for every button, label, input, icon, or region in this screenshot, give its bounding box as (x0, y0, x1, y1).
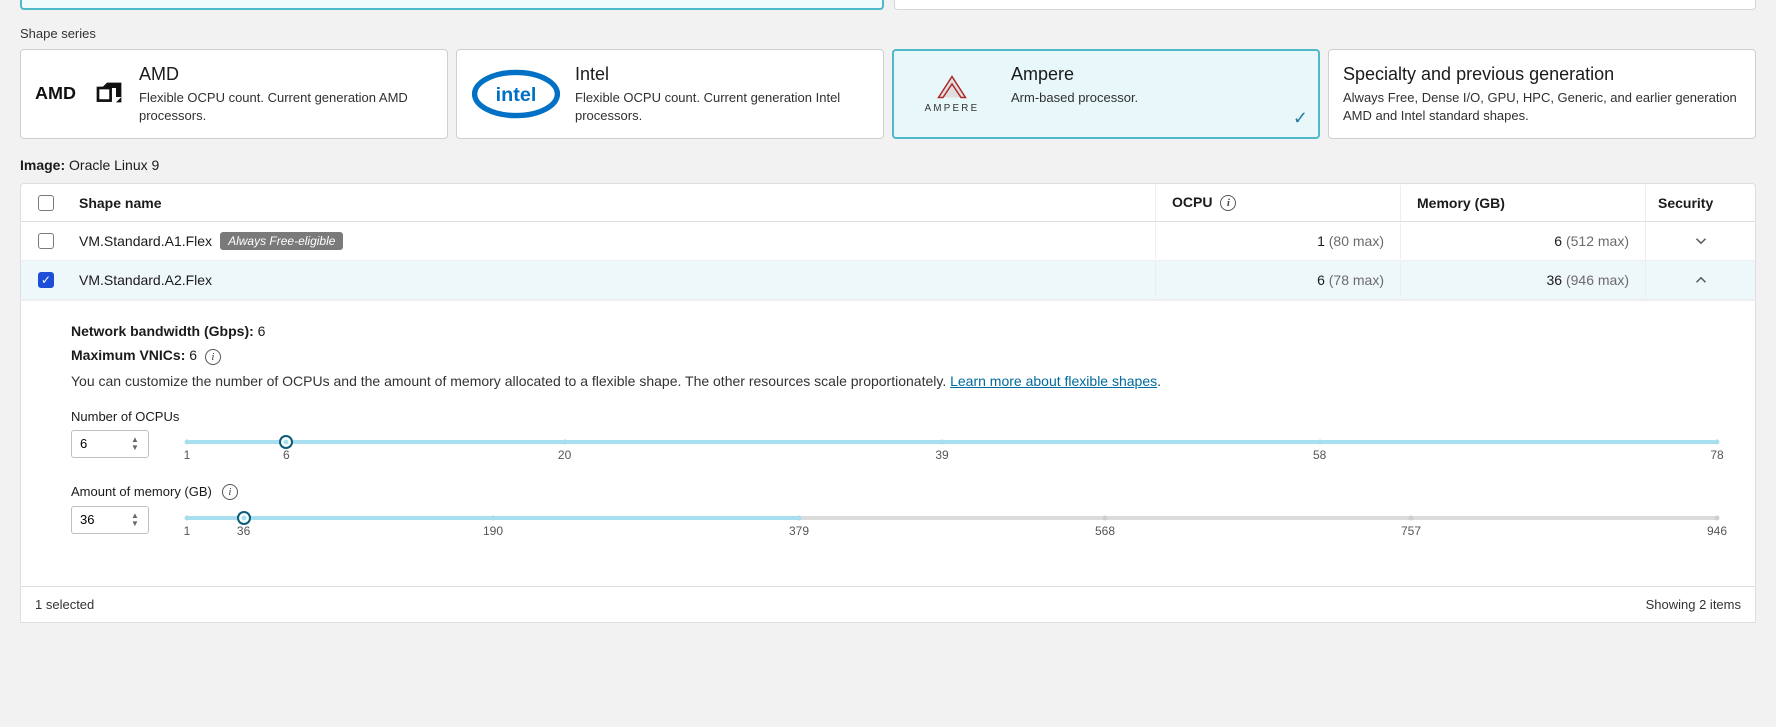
memory-slider-group: Amount of memory (GB) i ▲▼ 1361903795687… (71, 484, 1725, 542)
series-desc: Flexible OCPU count. Current generation … (575, 89, 869, 124)
series-title: Specialty and previous generation (1343, 64, 1741, 85)
info-icon[interactable]: i (222, 484, 238, 500)
table-header: Shape name OCPU i Memory (GB) Security (21, 184, 1755, 222)
info-icon[interactable]: i (1220, 195, 1236, 211)
col-shape-name: Shape name (71, 185, 1155, 221)
series-title: Intel (575, 64, 869, 85)
series-card-intel[interactable]: intel Intel Flexible OCPU count. Current… (456, 49, 884, 139)
intel-logo: intel (471, 64, 561, 124)
check-icon: ✓ (1293, 108, 1308, 129)
shape-name: VM.Standard.A1.Flex (79, 233, 212, 249)
vnic-label: Maximum VNICs: (71, 347, 185, 363)
chevron-down-icon[interactable] (1692, 232, 1710, 250)
col-memory: Memory (GB) (1400, 185, 1645, 221)
desc-post: . (1157, 373, 1161, 389)
ocpu-value: 1 (1317, 233, 1325, 249)
shape-name: VM.Standard.A2.Flex (79, 272, 212, 288)
col-security: Security (1645, 185, 1755, 221)
series-card-amd[interactable]: AMD AMD Flexible OCPU count. Current gen… (20, 49, 448, 139)
row-checkbox[interactable] (38, 233, 54, 249)
mem-value: 36 (1547, 272, 1563, 288)
image-line: Image: Oracle Linux 9 (20, 157, 1776, 173)
amd-logo: AMD (35, 64, 125, 124)
series-card-specialty[interactable]: Specialty and previous generation Always… (1328, 49, 1756, 139)
series-title: AMD (139, 64, 433, 85)
row-checkbox[interactable] (38, 272, 54, 288)
memory-slider-track[interactable] (187, 516, 1717, 520)
shape-series-label: Shape series (20, 26, 1776, 41)
shape-table: Shape name OCPU i Memory (GB) Security V… (20, 183, 1756, 623)
image-label: Image: (20, 157, 65, 173)
ocpu-slider-group: Number of OCPUs ▲▼ 1620395878 (71, 409, 1725, 466)
memory-slider-label: Amount of memory (GB) (71, 484, 212, 499)
table-row[interactable]: VM.Standard.A2.Flex 6 (78 max) 36 (946 m… (21, 261, 1755, 300)
series-desc: Flexible OCPU count. Current generation … (139, 89, 433, 124)
chevron-up-icon[interactable] (1692, 271, 1710, 289)
mem-max: (512 max) (1566, 233, 1629, 249)
col-ocpu-label: OCPU (1172, 194, 1212, 210)
flex-shape-description: You can customize the number of OCPUs an… (71, 373, 1725, 389)
ocpu-value: 6 (1317, 272, 1325, 288)
stepper-icon[interactable]: ▲▼ (131, 433, 145, 455)
image-value: Oracle Linux 9 (69, 157, 159, 173)
bandwidth-value: 6 (258, 323, 266, 339)
svg-text:AMPERE: AMPERE (925, 103, 980, 114)
showing-count: Showing 2 items (1646, 597, 1741, 612)
ocpu-slider-label: Number of OCPUs (71, 409, 1725, 424)
svg-text:intel: intel (496, 84, 537, 106)
table-footer: 1 selected Showing 2 items (21, 586, 1755, 622)
mem-max: (946 max) (1566, 272, 1629, 288)
vnic-value: 6 (189, 347, 197, 363)
memory-tick-labels: 136190379568757946 (187, 524, 1717, 542)
desc-text: You can customize the number of OCPUs an… (71, 373, 950, 389)
bandwidth-label: Network bandwidth (Gbps): (71, 323, 254, 339)
ampere-logo: AMPERE (907, 64, 997, 124)
series-desc: Arm-based processor. (1011, 89, 1305, 107)
table-row[interactable]: VM.Standard.A1.Flex Always Free-eligible… (21, 222, 1755, 261)
top-tab-selected[interactable] (20, 0, 884, 10)
ocpu-max: (80 max) (1329, 233, 1384, 249)
shape-detail-panel: Network bandwidth (Gbps): 6 Maximum VNIC… (21, 300, 1755, 585)
learn-more-link[interactable]: Learn more about flexible shapes (950, 373, 1157, 389)
series-title: Ampere (1011, 64, 1305, 85)
series-desc: Always Free, Dense I/O, GPU, HPC, Generi… (1343, 89, 1741, 124)
free-eligible-badge: Always Free-eligible (220, 232, 343, 250)
ocpu-max: (78 max) (1329, 272, 1384, 288)
stepper-icon[interactable]: ▲▼ (131, 509, 145, 531)
select-all-checkbox[interactable] (38, 195, 54, 211)
series-card-ampere[interactable]: AMPERE Ampere Arm-based processor. ✓ (892, 49, 1320, 139)
selected-count: 1 selected (35, 597, 94, 612)
ocpu-slider-track[interactable] (187, 440, 1717, 444)
mem-value: 6 (1554, 233, 1562, 249)
svg-text:AMD: AMD (35, 83, 76, 103)
shape-series-cards: AMD AMD Flexible OCPU count. Current gen… (0, 49, 1776, 139)
col-ocpu: OCPU i (1155, 184, 1400, 221)
ocpu-tick-labels: 1620395878 (187, 448, 1717, 466)
top-tab-other[interactable] (894, 0, 1756, 10)
info-icon[interactable]: i (205, 349, 221, 365)
